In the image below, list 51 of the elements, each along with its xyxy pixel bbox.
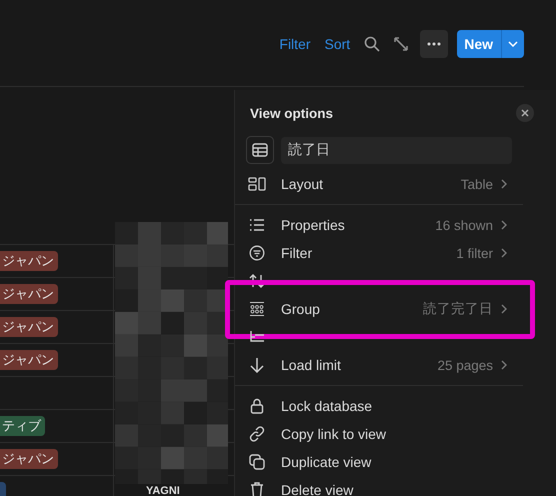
chevron-down-icon (508, 41, 518, 47)
menu-item[interactable]: Filter 1 filter (235, 239, 556, 267)
menu-item[interactable]: Properties 16 shown (235, 211, 556, 239)
duplicate-icon (249, 454, 265, 470)
menu-item[interactable]: Load limit 25 pages (235, 351, 556, 379)
menu-item[interactable]: Delete view (235, 476, 556, 496)
group-icon (249, 301, 265, 317)
menu-item[interactable]: Group 読了完了日 (235, 295, 556, 323)
more-icon (427, 42, 442, 46)
panel-title: View options (250, 106, 334, 120)
tag: ティブ (0, 416, 45, 436)
more-button[interactable] (420, 30, 448, 58)
chevron-right-icon (501, 220, 507, 230)
toolbar-link[interactable]: Sort (324, 36, 350, 52)
subitems-icon (249, 330, 265, 344)
search-icon[interactable] (364, 36, 380, 52)
option-value: 読了完了日 (423, 300, 493, 318)
option-value: 1 filter (456, 246, 493, 260)
new-button[interactable]: New (457, 30, 502, 58)
sort-icon (249, 274, 265, 288)
trash-icon (250, 482, 264, 496)
down-arrow-icon (250, 357, 264, 373)
expand-icon[interactable] (394, 37, 408, 51)
menu-item[interactable]: Copy link to view (235, 420, 556, 448)
option-value: 25 pages (437, 358, 493, 372)
tag: ジャパン (0, 449, 58, 469)
chevron-right-icon (501, 304, 507, 314)
option-value: Table (460, 176, 493, 192)
filter-icon (249, 245, 265, 261)
toolbar-link[interactable]: Filter (279, 36, 311, 52)
close-icon (521, 109, 529, 117)
layout-icon (248, 177, 266, 191)
link-icon (249, 426, 265, 442)
close-button[interactable] (516, 104, 534, 122)
table-icon (252, 143, 268, 157)
menu-item[interactable]: Duplicate view (235, 448, 556, 476)
option-value: 16 shown (435, 218, 493, 232)
chevron-right-icon (501, 179, 507, 189)
tag: ジャパン (0, 251, 58, 271)
tag: ジャパン (0, 284, 58, 304)
view-name-field[interactable]: 読了日 (281, 136, 512, 164)
page-title: YAGNI (146, 487, 180, 496)
menu-item[interactable]: Layout Table (235, 170, 556, 198)
lock-icon (250, 398, 264, 414)
tag: ジャパン (0, 350, 58, 370)
chevron-right-icon (501, 360, 507, 370)
tag: ジャパン (0, 317, 58, 337)
menu-item[interactable]: Lock database (235, 392, 556, 420)
chevron-right-icon (501, 248, 507, 258)
list-icon (249, 219, 265, 231)
table-view-button[interactable] (246, 136, 274, 164)
